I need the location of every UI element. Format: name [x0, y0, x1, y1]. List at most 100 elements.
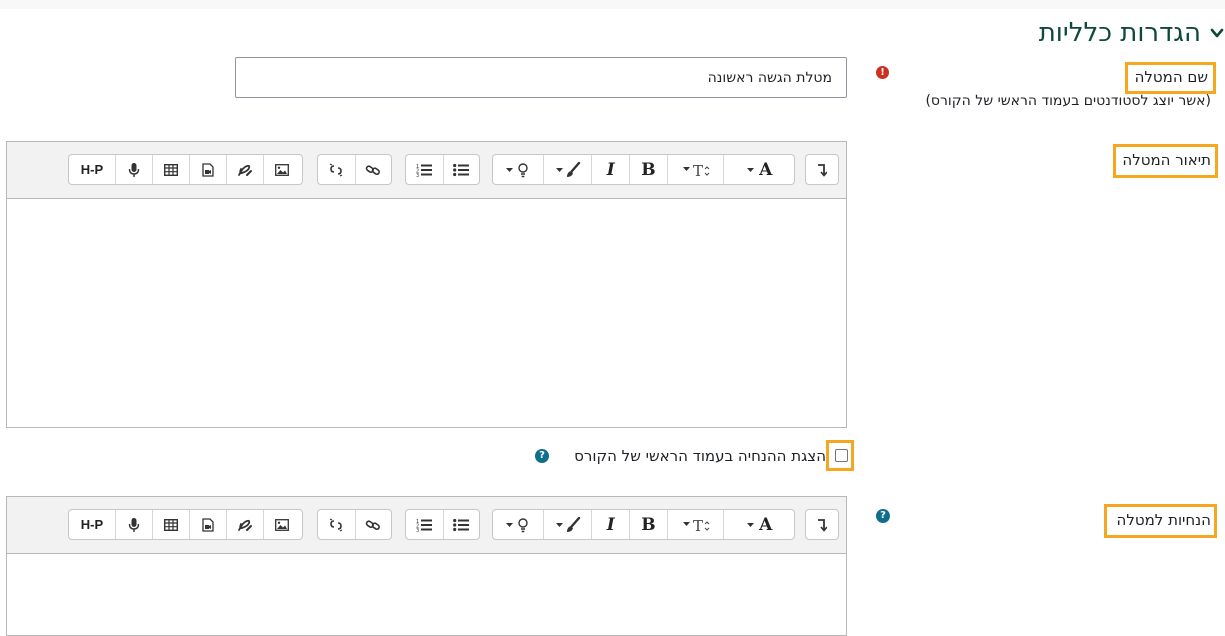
description-editor[interactable]: H-P 1 2 3 I B T A [6, 141, 847, 428]
list-group: 123 [405, 154, 480, 185]
task-name-sublabel: (אשר יוצג לסטודנטים בעמוד הראשי של הקורס… [925, 93, 1211, 109]
numbered-list-icon: 123 [416, 164, 433, 177]
top-strip [0, 0, 1225, 9]
drawing-button[interactable] [226, 510, 263, 539]
font-size-icon: T [682, 162, 710, 179]
image-button[interactable] [263, 155, 300, 184]
editor-content-area[interactable] [7, 199, 846, 427]
table-button[interactable] [152, 510, 189, 539]
drawing-button[interactable] [226, 155, 263, 184]
svg-text:3: 3 [416, 528, 419, 532]
record-audio-button[interactable] [115, 510, 152, 539]
font-color-button[interactable]: A [723, 510, 794, 539]
show-instructions-checkbox[interactable] [835, 449, 848, 462]
pen-scribble-icon [238, 164, 252, 176]
font-color-button[interactable]: A [723, 155, 794, 184]
toolbar-toggle-button[interactable] [806, 510, 838, 539]
image-button[interactable] [263, 510, 300, 539]
table-icon [164, 163, 178, 176]
link-icon [366, 519, 381, 530]
format-group: I B T A [492, 509, 795, 540]
paint-brush-icon [555, 516, 580, 532]
question-icon[interactable]: ? [535, 449, 549, 463]
image-icon [275, 518, 289, 531]
table-button[interactable] [152, 155, 189, 184]
link-group [317, 154, 392, 185]
chevron-down-icon[interactable] [1209, 25, 1225, 41]
file-video-icon [202, 162, 214, 177]
svg-text:3: 3 [416, 173, 419, 177]
exclamation-icon: ! [876, 66, 889, 79]
task-name-label: שם המטלה [1134, 68, 1208, 86]
bold-icon: B [641, 514, 656, 535]
section-title: הגדרות כלליות [1038, 18, 1201, 48]
lightbulb-icon [505, 162, 528, 177]
link-group [317, 509, 392, 540]
unlink-button[interactable] [318, 510, 355, 539]
file-video-icon [202, 517, 214, 532]
toolbar-toggle-icon [818, 163, 827, 177]
media-button[interactable] [189, 155, 226, 184]
unlink-button[interactable] [318, 155, 355, 184]
font-color-icon: A [759, 514, 773, 535]
link-button[interactable] [354, 155, 391, 184]
background-color-button[interactable] [542, 155, 592, 184]
unlink-icon [330, 162, 343, 177]
highlight-button[interactable] [493, 155, 543, 184]
h5p-button[interactable]: H-P [69, 155, 115, 184]
table-icon [164, 518, 178, 531]
record-audio-button[interactable] [115, 155, 152, 184]
font-size-button[interactable]: T [666, 155, 724, 184]
font-size-icon: T [682, 517, 710, 534]
highlight-button[interactable] [493, 510, 543, 539]
font-color-icon: A [759, 159, 773, 180]
h5p-icon: H-P [80, 517, 104, 532]
toggle-group [805, 154, 839, 185]
italic-button[interactable]: I [591, 510, 629, 539]
description-label: תיאור המטלה [1122, 151, 1211, 169]
section-header[interactable]: הגדרות כלליות [1039, 16, 1225, 50]
insert-group: H-P [68, 509, 303, 540]
link-icon [366, 164, 381, 175]
bold-button[interactable]: B [629, 510, 667, 539]
numbered-list-button[interactable]: 123 [406, 155, 443, 184]
toolbar-toggle-button[interactable] [806, 155, 838, 184]
bold-button[interactable]: B [629, 155, 667, 184]
svg-text:T: T [693, 162, 703, 179]
editor-content-area[interactable] [7, 554, 846, 635]
microphone-icon [128, 517, 140, 532]
italic-button[interactable]: I [591, 155, 629, 184]
numbered-list-button[interactable]: 123 [406, 510, 443, 539]
editor-toolbar: H-P 1 2 3 I B T A [7, 497, 846, 554]
paint-brush-icon [555, 161, 580, 177]
bullet-list-button[interactable] [442, 510, 479, 539]
h5p-icon: H-P [80, 162, 104, 177]
insert-group: H-P [68, 154, 303, 185]
pen-scribble-icon [238, 519, 252, 531]
link-button[interactable] [354, 510, 391, 539]
bullet-list-icon [453, 163, 470, 176]
microphone-icon [128, 162, 140, 177]
list-group: 123 [405, 509, 480, 540]
format-group: I B T A [492, 154, 795, 185]
bold-icon: B [641, 159, 656, 180]
bullet-list-button[interactable] [442, 155, 479, 184]
caret-down-icon [747, 167, 755, 172]
show-instructions-label: הצגת ההנחיה בעמוד הראשי של הקורס [574, 447, 826, 465]
instructions-label: הנחיות למטלה [1116, 511, 1211, 529]
toggle-group [805, 509, 839, 540]
question-icon[interactable]: ? [876, 509, 890, 523]
italic-icon: I [606, 159, 615, 180]
image-icon [275, 163, 289, 176]
instructions-editor[interactable]: H-P 1 2 3 I B T A [6, 496, 847, 636]
background-color-button[interactable] [542, 510, 592, 539]
lightbulb-icon [505, 517, 528, 532]
svg-text:T: T [693, 517, 703, 534]
h5p-button[interactable]: H-P [69, 510, 115, 539]
unlink-icon [330, 517, 343, 532]
italic-icon: I [606, 514, 615, 535]
font-size-button[interactable]: T [666, 510, 724, 539]
task-name-input[interactable] [235, 57, 847, 98]
caret-down-icon [747, 522, 755, 527]
media-button[interactable] [189, 510, 226, 539]
